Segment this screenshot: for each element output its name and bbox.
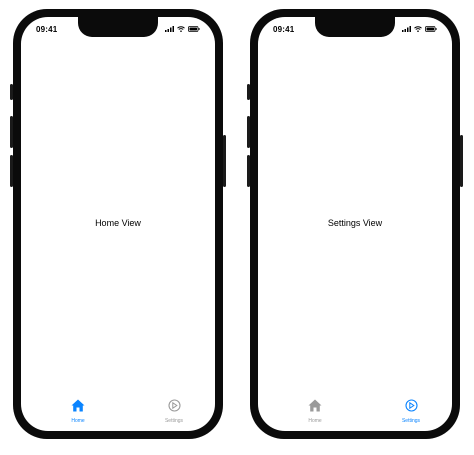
tab-home-label: Home xyxy=(71,418,85,424)
tab-settings-label: Settings xyxy=(401,418,421,424)
wifi-icon xyxy=(177,26,185,32)
home-view-label: Home View xyxy=(95,218,141,228)
gear-icon xyxy=(167,399,181,412)
wifi-icon xyxy=(414,26,422,32)
tab-settings[interactable]: Settings xyxy=(149,399,199,424)
mute-switch xyxy=(247,84,250,100)
signal-icon xyxy=(402,26,411,32)
status-time: 09:41 xyxy=(273,25,295,34)
phone-frame-home: 09:41 Home View Home Settings xyxy=(10,9,226,439)
house-icon xyxy=(71,399,85,412)
gear-icon xyxy=(404,399,418,412)
status-icons xyxy=(402,26,437,32)
screen: 09:41 Settings View Home Settings xyxy=(258,17,452,431)
house-icon xyxy=(308,399,322,412)
volume-down-button xyxy=(247,155,250,187)
tab-settings[interactable]: Settings xyxy=(386,399,436,424)
notch xyxy=(78,17,158,37)
volume-down-button xyxy=(10,155,13,187)
screen: 09:41 Home View Home Settings xyxy=(21,17,215,431)
battery-icon xyxy=(188,26,200,32)
volume-up-button xyxy=(10,116,13,148)
tab-home-label: Home xyxy=(308,418,322,424)
tab-home[interactable]: Home xyxy=(53,399,103,424)
status-icons xyxy=(165,26,200,32)
signal-icon xyxy=(165,26,174,32)
volume-up-button xyxy=(247,116,250,148)
phone-frame-settings: 09:41 Settings View Home Settings xyxy=(247,9,463,439)
battery-icon xyxy=(425,26,437,32)
status-time: 09:41 xyxy=(36,25,58,34)
power-button xyxy=(460,135,463,187)
mute-switch xyxy=(10,84,13,100)
notch xyxy=(315,17,395,37)
tab-settings-label: Settings xyxy=(164,418,184,424)
tab-home[interactable]: Home xyxy=(290,399,340,424)
power-button xyxy=(223,135,226,187)
settings-view-label: Settings View xyxy=(327,218,383,228)
